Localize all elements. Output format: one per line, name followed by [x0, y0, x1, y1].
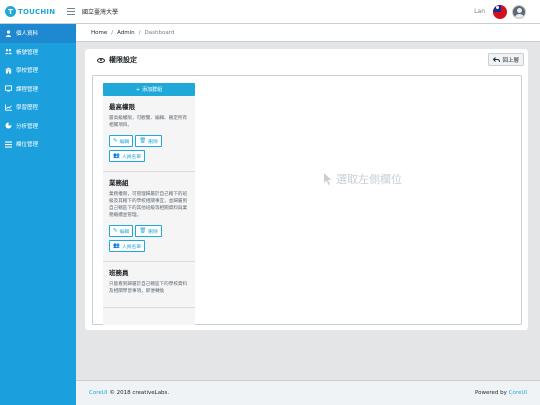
group-description: 業務權限，可管理歸屬於自己轄下的班級及其轄下的學校相關事宜，並歸屬到自己轄區下的… — [109, 192, 188, 218]
sidebar-item-courses[interactable]: 課程管理 — [0, 80, 76, 99]
group-description: 只能看到歸屬於自己轄區下的學校資料及相關學習事項，即便轉換 — [109, 282, 188, 294]
list-item[interactable]: 班務員 只能看到歸屬於自己轄區下的學校資料及相關學習事項，即便轉換 — [103, 262, 195, 308]
group-title: 業務組 — [109, 179, 129, 187]
sidebar-item-label: 欄位管理 — [16, 142, 39, 149]
page-title: 權限設定 — [97, 55, 137, 65]
group-list: 最高權限 最高級權限，可觀覽、編輯、刪定所有相關項目。 ✎ 編輯 🗑 刪除 👥 … — [103, 96, 195, 308]
list-item[interactable]: 最高權限 最高級權限，可觀覽、編輯、刪定所有相關項目。 ✎ 編輯 🗑 刪除 👥 … — [103, 96, 195, 172]
users-icon: 👥 — [113, 153, 120, 159]
breadcrumb-home[interactable]: Home — [91, 30, 107, 36]
footer-powered-prefix: Powered by — [474, 390, 507, 396]
language-flag-icon[interactable] — [493, 4, 507, 19]
avatar[interactable] — [512, 4, 526, 19]
add-group-label: 添加群組 — [142, 87, 163, 93]
sidebar-item-schools[interactable]: 學校管理 — [0, 61, 76, 80]
undo-icon — [493, 56, 501, 62]
trash-icon: 🗑 — [139, 228, 147, 234]
top-header: T TOUCHIN 國立臺灣大學 Lan — [0, 0, 540, 24]
back-button[interactable]: 回上層 — [488, 53, 524, 66]
brand-icon: T — [5, 6, 16, 17]
breadcrumb-separator: / — [111, 29, 114, 36]
add-group-button[interactable]: + 添加群組 — [103, 83, 195, 96]
group-list-panel[interactable]: + 添加群組 最高權限 最高級權限，可觀覽、編輯、刪定所有相關項目。 ✎ 編輯 … — [103, 83, 195, 325]
group-title: 最高權限 — [109, 103, 135, 111]
cursor-icon — [324, 173, 332, 185]
footer-brand-link[interactable]: CoreUI — [89, 390, 107, 396]
list-item[interactable]: 業務組 業務權限，可管理歸屬於自己轄下的班級及其轄下的學校相關事宜，並歸屬到自己… — [103, 172, 195, 262]
breadcrumb: Home / Admin / Dashboard — [76, 24, 540, 42]
group-title: 班務員 — [109, 269, 129, 277]
edit-icon: ✎ — [113, 228, 118, 234]
delete-label: 刪除 — [148, 229, 158, 235]
school-name: 國立臺灣大學 — [82, 9, 119, 16]
chart-line-icon — [5, 104, 12, 111]
breadcrumb-current: Dashboard — [144, 29, 175, 36]
empty-selection-placeholder: 選取左側欄位 — [323, 171, 402, 187]
sidebar-item-label: 課程管理 — [16, 86, 39, 93]
delete-button[interactable]: 🗑 刪除 — [135, 225, 162, 237]
sidebar-item-profile[interactable]: 個人資料 — [0, 24, 76, 43]
sidebar-item-analysis[interactable]: 分析管理 — [0, 117, 76, 136]
sidebar: 個人資料 帳號管理 學校管理 課程管理 學習歷程 分析管理 欄位管理 — [0, 24, 76, 405]
sidebar-item-label: 帳號管理 — [16, 49, 39, 56]
menu-toggle-icon[interactable] — [67, 8, 75, 15]
edit-button[interactable]: ✎ 編輯 — [109, 135, 134, 147]
footer-powered: Powered by CoreUI — [475, 390, 527, 396]
sidebar-item-label: 個人資料 — [16, 31, 39, 38]
users-icon: 👥 — [113, 243, 120, 249]
breadcrumb-separator: / — [138, 29, 141, 36]
school-icon — [5, 67, 12, 74]
sidebar-item-label: 學校管理 — [16, 68, 39, 75]
user-name: Lan — [474, 8, 485, 15]
sidebar-item-learning[interactable]: 學習歷程 — [0, 98, 76, 117]
breadcrumb-admin[interactable]: Admin — [117, 30, 135, 36]
list-icon — [5, 141, 12, 148]
user-icon — [5, 30, 12, 37]
edit-icon: ✎ — [113, 138, 118, 144]
sidebar-item-label: 學習歷程 — [16, 105, 39, 112]
brand-text: TOUCHIN — [18, 7, 56, 16]
footer-copyright: © 2018 creativeLabs. — [109, 390, 170, 396]
plus-icon: + — [135, 86, 141, 93]
footer: CoreUI © 2018 creativeLabs. Powered by C… — [76, 380, 540, 405]
sidebar-item-label: 分析管理 — [16, 123, 39, 130]
members-button[interactable]: 👥 人員名單 — [109, 150, 146, 162]
course-icon — [5, 85, 12, 92]
sidebar-item-accounts[interactable]: 帳號管理 — [0, 43, 76, 62]
sidebar-item-fields[interactable]: 欄位管理 — [0, 135, 76, 154]
delete-button[interactable]: 🗑 刪除 — [135, 135, 162, 147]
permission-panel: + 添加群組 最高權限 最高級權限，可觀覽、編輯、刪定所有相關項目。 ✎ 編輯 … — [92, 75, 522, 325]
members-label: 人員名單 — [121, 244, 142, 250]
members-button[interactable]: 👥 人員名單 — [109, 240, 146, 252]
edit-label: 編輯 — [119, 229, 130, 235]
brand-logo[interactable]: T TOUCHIN — [0, 6, 60, 17]
edit-button[interactable]: ✎ 編輯 — [109, 225, 134, 237]
group-description: 最高級權限，可觀覽、編輯、刪定所有相關項目。 — [109, 116, 188, 128]
eye-icon — [97, 57, 105, 63]
trash-icon: 🗑 — [139, 138, 147, 144]
users-icon — [5, 48, 12, 55]
page-title-text: 權限設定 — [109, 56, 137, 64]
placeholder-text: 選取左側欄位 — [336, 173, 402, 186]
footer-powered-link[interactable]: CoreUI — [509, 390, 527, 396]
edit-label: 編輯 — [119, 139, 130, 145]
pie-chart-icon — [5, 122, 12, 129]
back-button-label: 回上層 — [502, 57, 519, 64]
delete-label: 刪除 — [148, 139, 158, 145]
members-label: 人員名單 — [121, 154, 142, 160]
permission-card: 權限設定 回上層 + 添加群組 最高權限 最高級權限，可觀覽、編輯、刪定所有相關… — [85, 49, 528, 330]
